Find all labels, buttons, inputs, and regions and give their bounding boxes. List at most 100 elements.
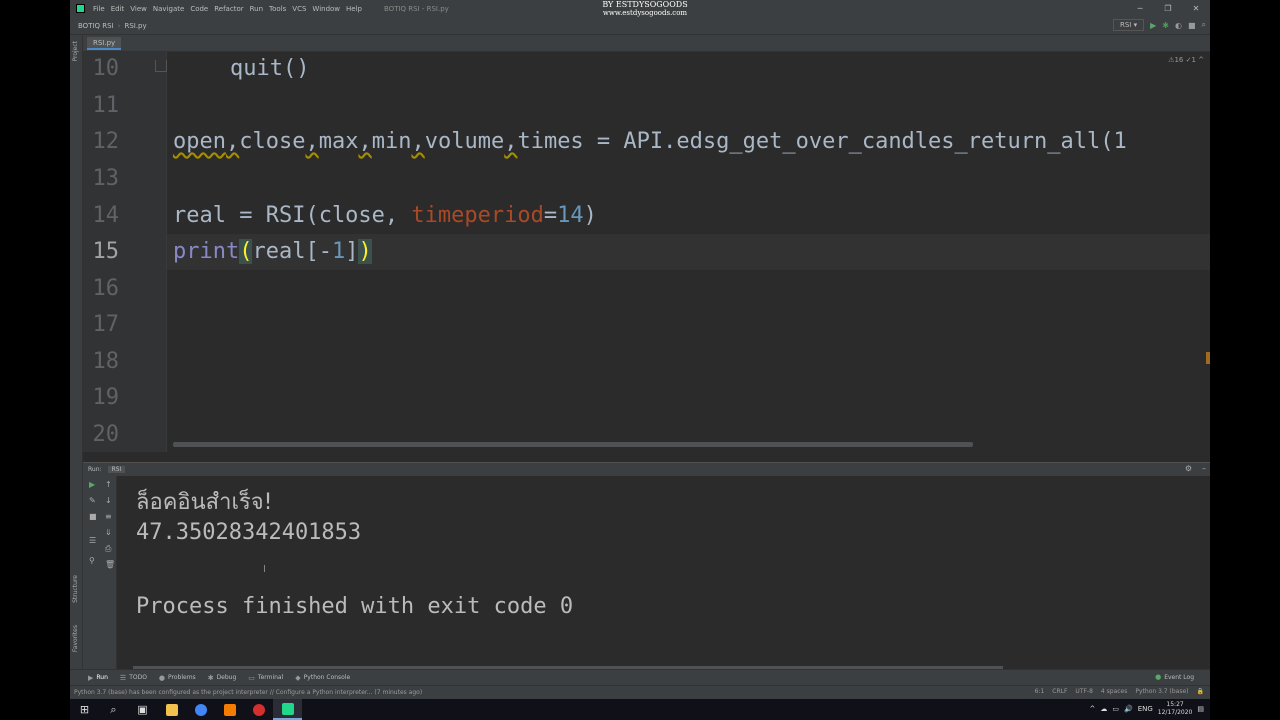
- stop-icon[interactable]: ■: [89, 512, 97, 521]
- windows-start-icon[interactable]: ⊞: [70, 699, 99, 720]
- tool-tab-run[interactable]: ▶ Run: [88, 674, 108, 682]
- tool-tab-python-console-label: Python Console: [303, 674, 351, 681]
- tool-tab-problems[interactable]: ● Problems: [159, 674, 196, 682]
- clock-time: 15:27: [1166, 701, 1184, 708]
- text-cursor-icon: I: [263, 564, 266, 575]
- run-icon[interactable]: ▶: [1150, 21, 1156, 30]
- soft-wrap-icon[interactable]: ≡: [105, 512, 112, 521]
- status-encoding[interactable]: UTF-8: [1075, 688, 1093, 695]
- file-explorer-icon[interactable]: [157, 699, 186, 720]
- clock[interactable]: 15:27 12/17/2020: [1158, 701, 1193, 717]
- bottom-tool-tabs: ▶ Run ☰ TODO ● Problems ✱ Debug ▭ Terminal ◆ P…: [70, 669, 1210, 685]
- console-output-rsi-value: 47.35028342401853: [136, 520, 362, 545]
- editor-horizontal-scrollbar[interactable]: [173, 442, 973, 447]
- code-var-close: close: [239, 129, 306, 154]
- problems-icon: ●: [158, 673, 166, 682]
- project-tool-tab[interactable]: Project: [72, 41, 79, 62]
- python-icon: ◆: [295, 673, 301, 682]
- inspection-widget[interactable]: ⚠16 ✓1 ^: [1168, 56, 1204, 64]
- menu-refactor[interactable]: Refactor: [211, 5, 246, 13]
- trash-icon[interactable]: 🗑: [105, 560, 115, 569]
- menu-window[interactable]: Window: [309, 5, 343, 13]
- tool-tab-todo[interactable]: ☰ TODO: [120, 674, 147, 682]
- scroll-down-icon[interactable]: ↓: [105, 496, 112, 505]
- tool-tab-terminal-label: Terminal: [257, 674, 284, 681]
- run-tab-rsi[interactable]: RSI: [107, 466, 126, 473]
- code-line-12: open,close,max,min,volume,times = API.ed…: [173, 129, 1127, 154]
- debug-icon[interactable]: ✱: [1162, 21, 1169, 30]
- menu-help[interactable]: Help: [343, 5, 365, 13]
- scroll-to-end-icon[interactable]: ⇓: [105, 528, 112, 537]
- status-widgets: 6:1 CRLF UTF-8 4 spaces Python 3.7 (base…: [1035, 688, 1204, 695]
- tab-rsi-py[interactable]: RSI.py: [87, 37, 122, 50]
- line-number-current: 15: [92, 239, 120, 264]
- task-view-icon[interactable]: ▣: [128, 699, 157, 720]
- minimize-panel-icon[interactable]: –: [1202, 464, 1206, 473]
- breadcrumb-separator: ›: [117, 21, 121, 30]
- close-button[interactable]: ✕: [1182, 0, 1210, 17]
- fold-marker-icon[interactable]: [155, 60, 167, 72]
- code-var-open: open: [173, 129, 226, 154]
- rerun-icon[interactable]: ▶: [89, 480, 95, 489]
- coverage-icon[interactable]: ◐: [1175, 21, 1182, 30]
- favorites-tool-tab[interactable]: Favorites: [72, 625, 79, 652]
- breadcrumb-project[interactable]: BOTIQ RSI: [78, 22, 114, 30]
- status-indent[interactable]: 4 spaces: [1101, 688, 1127, 695]
- run-config-selector[interactable]: RSI ▾: [1112, 19, 1145, 31]
- menu-file[interactable]: File: [90, 5, 108, 13]
- lock-icon[interactable]: 🔒: [1197, 688, 1204, 695]
- line-number: 12: [92, 129, 120, 154]
- restore-button[interactable]: ❐: [1154, 0, 1182, 17]
- code-editor[interactable]: 10 11 12 13 14 15 16 17 18 19 20 ⚠16 ✓1 …: [83, 52, 1210, 452]
- stop-icon[interactable]: ■: [1188, 21, 1196, 30]
- tool-tab-debug[interactable]: ✱ Debug: [208, 674, 237, 682]
- gear-icon[interactable]: ⚙: [1185, 464, 1192, 473]
- pycharm-taskbar-icon[interactable]: [273, 699, 302, 720]
- run-icon: ▶: [88, 673, 94, 682]
- chrome-icon[interactable]: [186, 699, 215, 720]
- code-real-index: real[-: [252, 239, 332, 264]
- code-var-min: min: [371, 129, 412, 154]
- wrench-icon[interactable]: ✎: [89, 496, 96, 505]
- watermark-line2: www.estdysogoods.com: [602, 9, 688, 17]
- code-line-14: real = RSI(close, timeperiod=14): [173, 203, 597, 228]
- notification-icon[interactable]: ▤: [1197, 705, 1204, 713]
- app-orange-icon[interactable]: [215, 699, 244, 720]
- tool-tab-python-console[interactable]: ◆ Python Console: [295, 674, 350, 682]
- minimize-button[interactable]: ─: [1126, 0, 1154, 17]
- terminal-icon: ▭: [248, 673, 255, 682]
- menu-edit[interactable]: Edit: [108, 5, 128, 13]
- code-close-bracket: ]: [345, 239, 359, 264]
- status-line-separator[interactable]: CRLF: [1052, 688, 1067, 695]
- search-icon[interactable]: ⌕: [99, 699, 128, 720]
- pin-icon[interactable]: ⚲: [89, 556, 95, 565]
- structure-tool-tab[interactable]: Structure: [72, 575, 79, 603]
- status-interpreter[interactable]: Python 3.7 (base): [1135, 688, 1188, 695]
- chevron-up-icon[interactable]: ^: [1089, 705, 1095, 713]
- layout-icon[interactable]: ☰: [89, 536, 96, 545]
- recorder-icon[interactable]: [244, 699, 273, 720]
- menu-tools[interactable]: Tools: [266, 5, 289, 13]
- scroll-up-icon[interactable]: ↑: [105, 480, 112, 489]
- cloud-icon[interactable]: ☁: [1100, 705, 1107, 713]
- tool-tab-terminal[interactable]: ▭ Terminal: [248, 674, 283, 682]
- print-icon[interactable]: ⎙: [105, 544, 111, 554]
- volume-icon[interactable]: 🔊: [1124, 705, 1133, 713]
- run-console[interactable]: ▶ ✎ ■ ☰ ⚲ ↑ ↓ ≡ ⇓ ⎙ 🗑 ล็อคอินสำเร็จ! 47.…: [83, 476, 1210, 669]
- search-icon[interactable]: ⌕: [1202, 20, 1206, 30]
- tool-tab-event-log-label: Event Log: [1164, 673, 1194, 681]
- menu-code[interactable]: Code: [187, 5, 211, 13]
- status-position[interactable]: 6:1: [1035, 688, 1045, 695]
- tool-tab-event-log[interactable]: ● Event Log: [1155, 673, 1194, 681]
- status-message[interactable]: Python 3.7 (base) has been configured as…: [74, 689, 422, 696]
- warning-marker[interactable]: [1206, 352, 1210, 364]
- menu-navigate[interactable]: Navigate: [150, 5, 187, 13]
- breadcrumb-file[interactable]: RSI.py: [124, 22, 146, 30]
- pycharm-window: File Edit View Navigate Code Refactor Ru…: [70, 0, 1210, 699]
- network-icon[interactable]: ▭: [1112, 705, 1119, 713]
- code-var-max: max: [318, 129, 359, 154]
- menu-run[interactable]: Run: [247, 5, 266, 13]
- menu-vcs[interactable]: VCS: [289, 5, 309, 13]
- language-indicator[interactable]: ENG: [1138, 705, 1153, 713]
- menu-view[interactable]: View: [127, 5, 150, 13]
